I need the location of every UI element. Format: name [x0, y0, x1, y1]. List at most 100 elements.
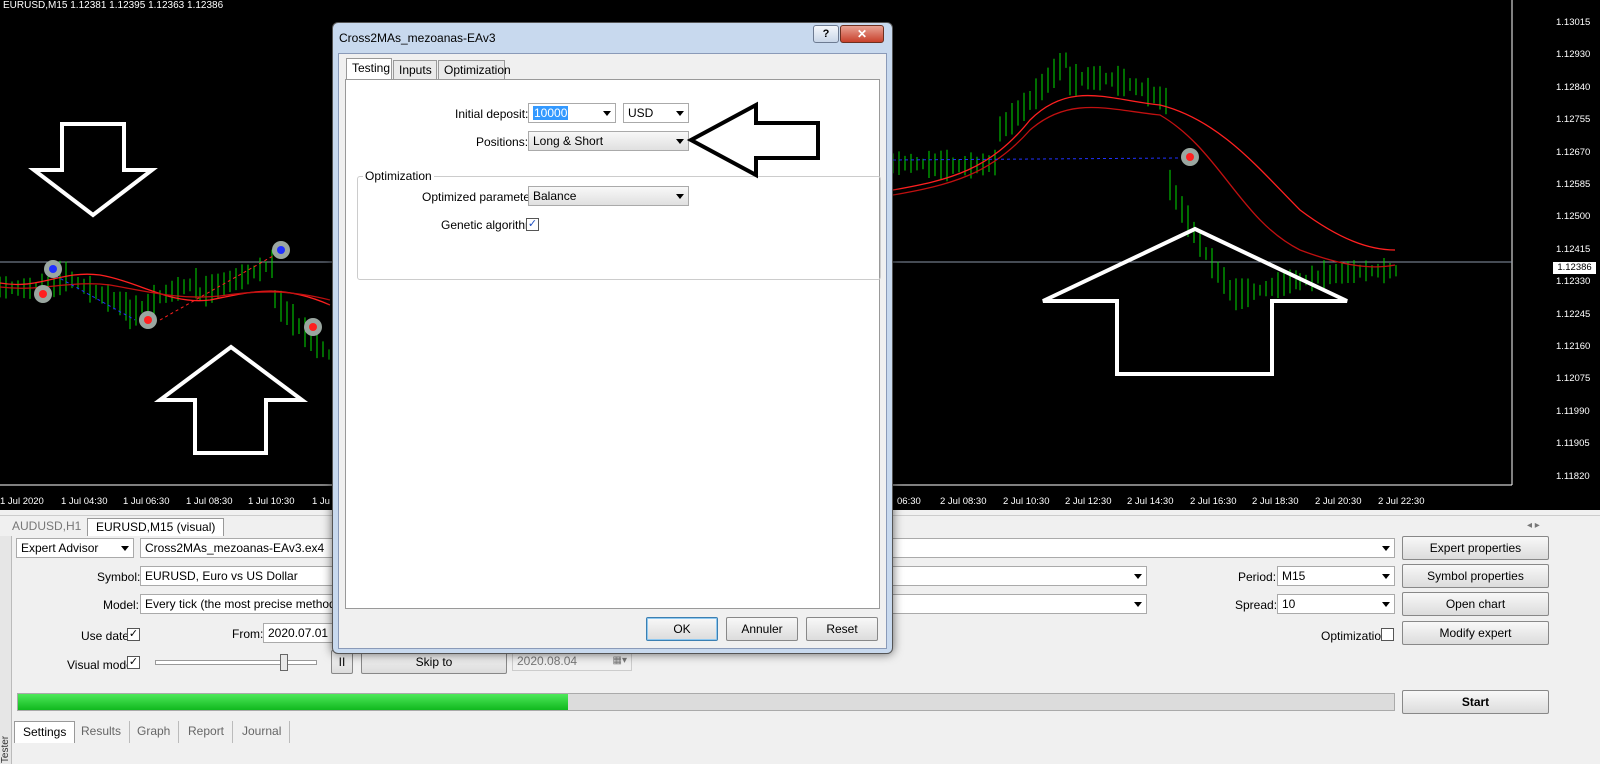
optimized-parameter-value: Balance	[533, 189, 577, 203]
price-label: 1.12415	[1556, 243, 1591, 255]
price-label: 1.12160	[1556, 341, 1591, 352]
price-label: 1.12840	[1556, 81, 1591, 93]
tab-settings[interactable]: Settings	[14, 721, 76, 743]
positions-select[interactable]: Long & Short	[528, 131, 689, 151]
symbol-value: EURUSD, Euro vs US Dollar	[145, 569, 298, 583]
symbol-properties-button[interactable]: Symbol properties	[1402, 564, 1549, 588]
tab-inputs[interactable]: Inputs	[393, 60, 437, 80]
chart-title: EURUSD,M15 1.12381 1.12395 1.12363 1.123…	[3, 0, 224, 11]
chevron-down-icon	[1134, 574, 1142, 579]
period-select[interactable]: M15	[1277, 566, 1395, 586]
optimized-parameter-select[interactable]: Balance	[528, 186, 689, 206]
from-label: From:	[232, 627, 264, 641]
tab-results[interactable]: Results	[73, 721, 131, 743]
time-label: 1 Jul 2020	[0, 496, 44, 507]
open-chart-button[interactable]: Open chart	[1402, 592, 1549, 616]
positions-value: Long & Short	[533, 134, 604, 148]
initial-deposit-select[interactable]: 10000	[528, 103, 616, 123]
chevron-down-icon	[1382, 574, 1390, 579]
modify-expert-button[interactable]: Modify expert	[1402, 621, 1549, 645]
tab-report[interactable]: Report	[180, 721, 234, 743]
slider-thumb[interactable]	[280, 654, 288, 671]
initial-deposit-value: 10000	[533, 106, 569, 120]
ma-fast-right	[892, 94, 1396, 251]
tab-journal[interactable]: Journal	[234, 721, 291, 743]
genetic-algorithm-checkbox[interactable]: ✓	[526, 218, 539, 231]
optimization-checkbox[interactable]	[1381, 628, 1394, 641]
visual-mode-label: Visual mode	[67, 658, 133, 672]
price-label: 1.11990	[1556, 405, 1590, 417]
time-label: 2 Jul 10:30	[1003, 496, 1050, 507]
price-label: 1.12755	[1556, 114, 1591, 126]
dialog-title: Cross2MAs_mezoanas-EAv3	[339, 31, 496, 45]
use-date-checkbox[interactable]: ✓	[127, 628, 140, 641]
expert-properties-button[interactable]: Expert properties	[1402, 536, 1549, 560]
visual-mode-checkbox[interactable]: ✓	[127, 656, 140, 669]
current-price-tag: 1.12386	[1553, 262, 1596, 274]
price-label: 1.12500	[1556, 211, 1591, 223]
model-value: Every tick (the most precise method bas	[145, 597, 359, 611]
time-label: 1 Jul 04:30	[61, 496, 108, 507]
time-label: 1 Jul 10:30	[248, 496, 295, 507]
ma-slow-right	[892, 106, 1396, 268]
optimization-label: Optimization	[1321, 629, 1388, 643]
genetic-algorithm-label: Genetic algorithm	[441, 218, 536, 232]
price-label: 1.12585	[1556, 179, 1591, 190]
close-button[interactable]: ✕	[840, 25, 884, 43]
time-label: 2 Jul 16:30	[1190, 496, 1237, 507]
calendar-icon: ▦▾	[612, 655, 627, 666]
period-label: Period:	[1238, 570, 1277, 584]
chevron-down-icon	[603, 111, 611, 116]
price-label: 1.12075	[1556, 373, 1591, 385]
expert-value: Cross2MAs_mezoanas-EAv3.ex4	[145, 541, 325, 555]
time-label: 2 Jul 12:30	[1065, 496, 1112, 507]
cancel-button[interactable]: Annuler	[726, 617, 798, 641]
help-button[interactable]: ?	[813, 25, 839, 43]
time-label: 06:30	[897, 496, 921, 507]
period-value: M15	[1282, 569, 1306, 583]
tester-side-label: Tester	[0, 735, 12, 764]
model-label: Model:	[103, 598, 140, 612]
type-select[interactable]: Expert Advisor	[16, 538, 134, 558]
price-label: 1.12670	[1556, 146, 1591, 158]
price-label: 1.11905	[1556, 438, 1590, 450]
price-label: 1.12245	[1556, 308, 1591, 320]
optimization-group: Optimization Optimized parameter: Balanc…	[357, 169, 881, 280]
scroll-tabs-arrows[interactable]: ◂ ▸	[1527, 518, 1540, 534]
type-value: Expert Advisor	[21, 541, 99, 555]
spread-select[interactable]: 10	[1277, 594, 1395, 614]
time-label: 2 Jul 22:30	[1378, 496, 1425, 507]
time-label: 2 Jul 20:30	[1315, 496, 1362, 507]
tab-optimization[interactable]: Optimization	[438, 60, 511, 80]
visual-speed-slider[interactable]	[155, 660, 317, 665]
chevron-down-icon	[676, 194, 684, 199]
test-progress-bar	[17, 693, 1395, 711]
reset-button[interactable]: Reset	[806, 617, 878, 641]
tab-testing[interactable]: Testing	[346, 58, 392, 80]
progress-fill	[18, 694, 569, 710]
chart-tab-eurusd[interactable]: EURUSD,M15 (visual)	[87, 518, 225, 536]
from-date-input[interactable]: 2020.07.01	[263, 623, 333, 643]
chevron-down-icon	[1382, 546, 1390, 551]
time-label: 2 Jul 18:30	[1252, 496, 1299, 507]
trade-line-blue-right	[892, 157, 1181, 161]
ok-button[interactable]: OK	[646, 617, 718, 641]
time-label: 2 Jul 14:30	[1127, 496, 1174, 507]
chart-tab-audusd[interactable]: AUDUSD,H1	[4, 518, 89, 536]
skip-to-date-value: 2020.08.04	[517, 654, 578, 668]
positions-label: Positions:	[476, 135, 529, 149]
spread-value: 10	[1282, 597, 1296, 611]
screen: EURUSD,M15 1.12381 1.12395 1.12363 1.123…	[0, 0, 1600, 764]
chevron-down-icon	[121, 546, 129, 551]
left-arrow-annotation	[686, 101, 820, 179]
tester-side-strip: Tester	[0, 536, 12, 764]
start-button[interactable]: Start	[1402, 690, 1549, 714]
currency-value: USD	[628, 106, 654, 120]
up-arrow-annotation-left	[153, 344, 309, 455]
price-label: 1.12930	[1556, 49, 1591, 61]
time-label: 1 Jul 06:30	[123, 496, 170, 507]
price-label: 1.11820	[1556, 470, 1590, 482]
tab-graph[interactable]: Graph	[129, 721, 180, 743]
skip-to-date[interactable]: 2020.08.04 ▦▾	[512, 651, 632, 671]
use-date-label: Use date	[81, 629, 130, 643]
